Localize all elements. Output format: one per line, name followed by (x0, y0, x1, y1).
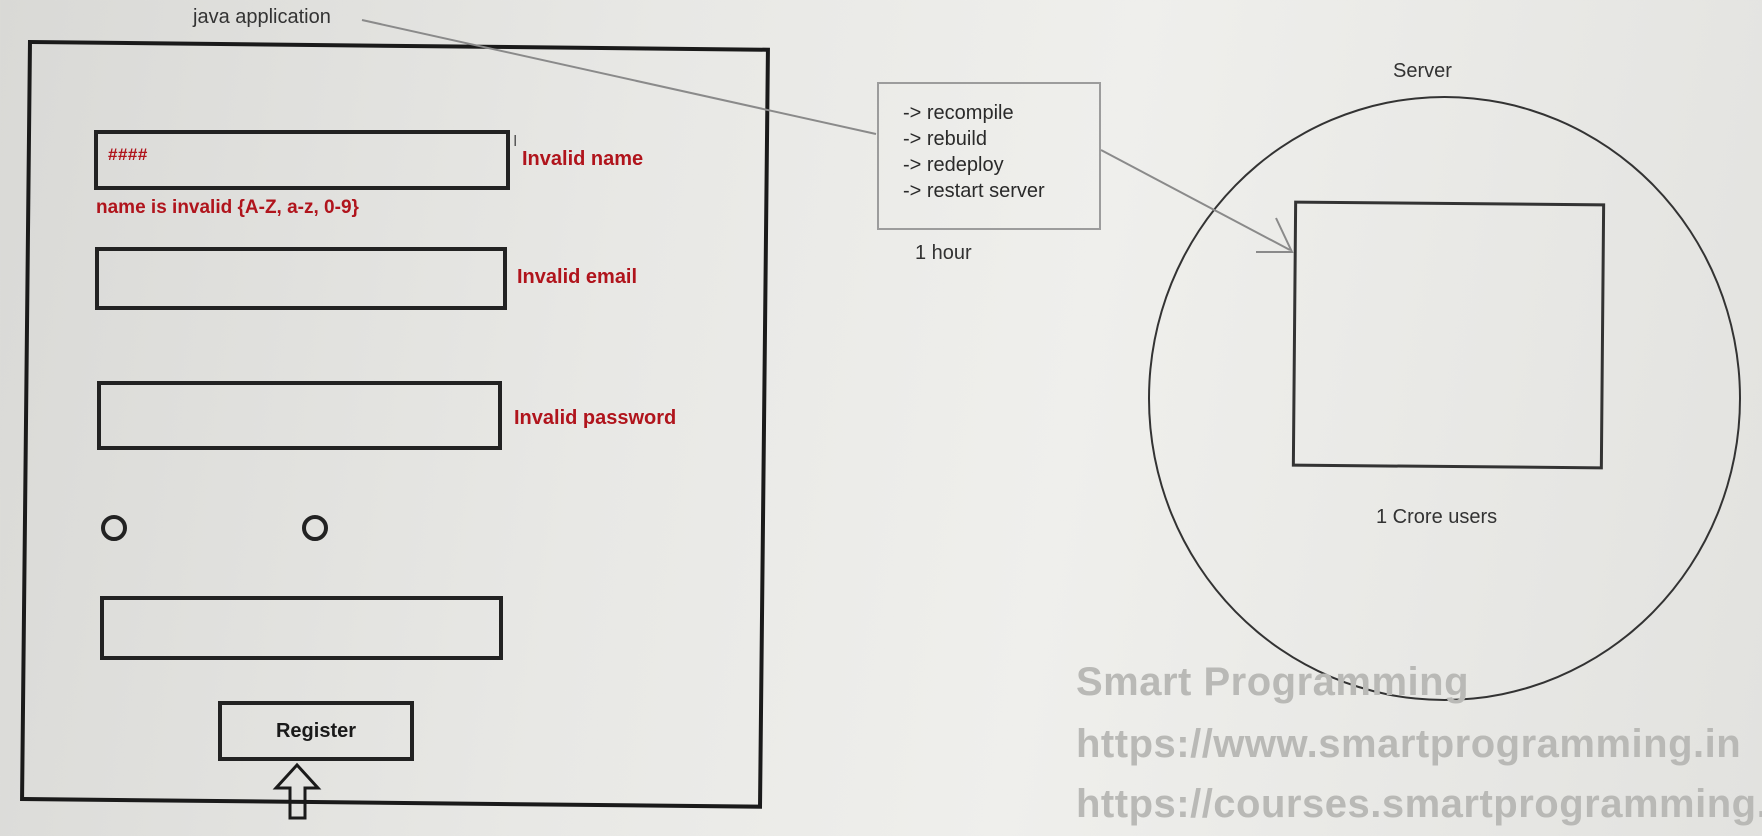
watermark-url-1: https://www.smartprogramming.in (1076, 722, 1742, 766)
deploy-arrow-line (1100, 149, 1291, 251)
up-arrow-icon (272, 762, 322, 820)
title-connector-line (361, 19, 877, 135)
watermark-name: Smart Programming (1076, 660, 1470, 704)
connector-lines (272, 19, 1294, 820)
watermark-url-2: https://courses.smartprogramming. (1076, 782, 1762, 826)
